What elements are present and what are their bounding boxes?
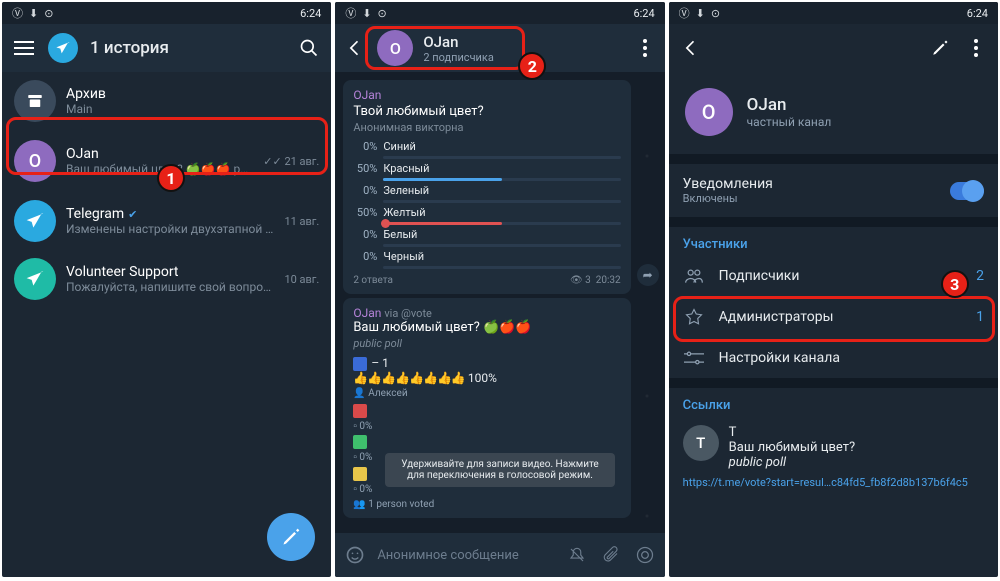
chat-date: 11 авг. <box>284 215 319 228</box>
subscribers-icon <box>683 268 705 284</box>
archive-item[interactable]: Архив Main <box>2 72 331 130</box>
channel-name: OJan <box>747 95 832 115</box>
poll-option[interactable]: 0%Черный <box>353 250 620 269</box>
chat-preview: Пожалуйста, напишите свой вопрос новым с… <box>66 280 274 294</box>
back-icon[interactable] <box>343 36 367 60</box>
edit-icon[interactable] <box>928 36 952 60</box>
chat-title: OJan <box>423 33 622 51</box>
links-header: Ссылки <box>669 388 998 417</box>
members-header: Участники <box>669 227 998 256</box>
attach-icon[interactable] <box>599 543 623 567</box>
more-icon[interactable] <box>633 36 657 60</box>
status-bar: Ⓥ⬇⊙ 6:24 <box>335 2 664 24</box>
record-tooltip: Удерживайте для записи видео. Нажмите дл… <box>385 453 615 487</box>
avatar <box>14 200 56 242</box>
status-time: 6:24 <box>300 7 321 20</box>
chat-list-header: 1 история <box>2 24 331 72</box>
chat-name: OJan <box>66 146 253 162</box>
camera-icon[interactable] <box>633 543 657 567</box>
more-icon[interactable] <box>964 36 988 60</box>
poll-subtitle: public poll <box>353 337 620 350</box>
menu-icon[interactable] <box>12 36 36 60</box>
poll-option[interactable]: 50%Желтый <box>353 206 620 225</box>
channel-header-block: O OJan частный канал <box>669 72 998 154</box>
compose-fab[interactable] <box>267 513 315 561</box>
chat-body: OJan Твой любимый цвет? Анонимная виктор… <box>335 72 664 533</box>
admins-row[interactable]: Администраторы 1 <box>669 296 998 338</box>
link-item[interactable]: T T Ваш любимый цвет? public poll https:… <box>669 417 998 497</box>
archive-sub: Main <box>66 102 319 116</box>
poll-title: Ваш любимый цвет? 🍏🍎🍎 <box>353 320 620 335</box>
poll-option[interactable]: – 1 👍👍👍👍👍👍👍👍 100% 👤 Алексей <box>353 356 620 399</box>
settings-icon <box>683 350 705 366</box>
info-header <box>669 24 998 72</box>
chat-header[interactable]: O OJan 2 подписчика <box>335 24 664 72</box>
header-title: 1 история <box>90 38 285 58</box>
poll-option[interactable]: 50%Красный <box>353 162 620 181</box>
avatar: O <box>14 140 56 182</box>
message-input-bar: Анонимное сообщение <box>335 533 664 577</box>
subs-value: 2 <box>976 268 984 284</box>
poll-answers: 2 ответа <box>353 275 393 286</box>
msg-author: OJan <box>353 88 620 102</box>
search-icon[interactable] <box>297 36 321 60</box>
emoji-icon[interactable] <box>343 543 367 567</box>
archive-title: Архив <box>66 86 319 102</box>
chat-name: Volunteer Support <box>66 264 274 280</box>
chat-preview: Изменены настройки двухэтапной аутентиф… <box>66 222 274 236</box>
channel-avatar: O <box>685 88 733 136</box>
panel-chat-view: Ⓥ⬇⊙ 6:24 O OJan 2 подписчика 2 OJan Твой… <box>335 2 664 577</box>
message-placeholder[interactable]: Анонимное сообщение <box>377 548 554 563</box>
mute-icon[interactable] <box>565 543 589 567</box>
avatar <box>14 258 56 300</box>
notif-toggle[interactable] <box>950 182 984 200</box>
poll-message-1[interactable]: OJan Твой любимый цвет? Анонимная виктор… <box>343 80 630 294</box>
status-left: Ⓥ⬇⊙ <box>12 5 53 21</box>
link-sub1: Ваш любимый цвет? <box>729 440 855 455</box>
status-bar: Ⓥ⬇⊙ 6:24 <box>2 2 331 24</box>
channel-settings-row[interactable]: Настройки канала <box>669 338 998 378</box>
msg-author: OJan via @vote <box>353 306 620 320</box>
poll-voted: 1 person voted <box>368 499 434 510</box>
app-avatar <box>48 33 78 63</box>
chat-date: 21 авг. <box>284 155 319 168</box>
notifications-row[interactable]: Уведомления Включены <box>669 164 998 217</box>
settings-label: Настройки канала <box>719 350 840 366</box>
archive-icon <box>14 80 56 122</box>
chat-item-telegram[interactable]: Telegram ✔ Изменены настройки двухэтапно… <box>2 192 331 250</box>
notif-label: Уведомления <box>683 176 773 192</box>
chat-avatar: O <box>377 30 413 66</box>
poll-title: Твой любимый цвет? <box>353 104 620 119</box>
chat-item-support[interactable]: Volunteer Support Пожалуйста, напишите с… <box>2 250 331 308</box>
poll-meta: 👁 3 20:32 <box>570 275 621 286</box>
poll-option[interactable]: 0%Белый <box>353 228 620 247</box>
link-title: T <box>729 425 855 440</box>
link-url[interactable]: https://t.me/vote?start=resul…c84fd5_fb8… <box>683 476 984 489</box>
status-time: 6:24 <box>967 7 988 20</box>
poll-subtitle: Анонимная викторна <box>353 121 620 134</box>
poll-option[interactable]: 0%Зеленый <box>353 184 620 203</box>
step-badge-1: 1 <box>157 164 185 192</box>
poll-option[interactable]: 0%Синий <box>353 140 620 159</box>
share-icon[interactable]: ➦ <box>637 264 659 286</box>
poll-option[interactable]: ▫ 0% <box>353 403 620 432</box>
chat-date: 10 авг. <box>284 273 319 286</box>
step-badge-3: 3 <box>941 270 969 298</box>
panel-channel-info: Ⓥ⬇⊙ 6:24 O OJan частный канал Уведомлени… <box>669 2 998 577</box>
admins-value: 1 <box>976 309 984 325</box>
back-icon[interactable] <box>679 36 703 60</box>
link-sub2: public poll <box>729 455 855 470</box>
panel-chat-list: Ⓥ⬇⊙ 6:24 1 история Архив Main O OJan Ваш… <box>2 2 331 577</box>
channel-type: частный канал <box>747 115 832 129</box>
status-time: 6:24 <box>633 7 654 20</box>
status-bar: Ⓥ⬇⊙ 6:24 <box>669 2 998 24</box>
notif-sub: Включены <box>683 192 773 205</box>
admins-icon <box>683 308 705 326</box>
admins-label: Администраторы <box>719 309 834 325</box>
link-avatar: T <box>683 425 719 461</box>
subs-label: Подписчики <box>719 268 800 284</box>
chat-name: Telegram ✔ <box>66 206 274 222</box>
